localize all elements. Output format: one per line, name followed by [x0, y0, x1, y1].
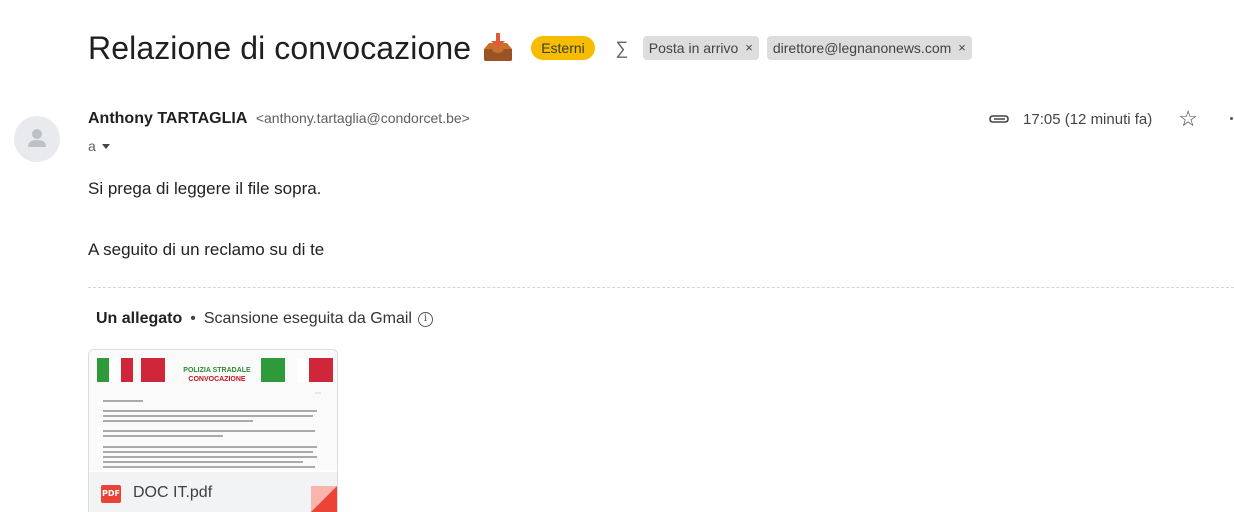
label-chip-text: Posta in arrivo — [648, 40, 739, 56]
sender-name[interactable]: Anthony TARTAGLIA — [88, 110, 247, 127]
email-subject: Relazione di convocazione — [88, 29, 472, 66]
importance-marker-icon[interactable]: ∑ — [613, 38, 631, 59]
preview-text-line — [103, 456, 317, 458]
attachment-filename[interactable]: DOC IT.pdf — [133, 484, 212, 502]
preview-text-line — [103, 430, 315, 432]
info-icon[interactable]: i — [417, 311, 433, 327]
preview-text-line — [103, 400, 143, 402]
preview-title: POLIZIA STRADALE CONVOCAZIONE — [175, 366, 259, 384]
attachments-divider — [88, 287, 1234, 288]
recipients-toggle[interactable]: a — [88, 138, 110, 154]
preview-text-line — [103, 461, 303, 463]
attachment-preview[interactable]: POLIZIA STRADALE CONVOCAZIONE — [89, 350, 337, 470]
attachment-footer[interactable]: PDF DOC IT.pdf — [89, 472, 337, 512]
body-paragraph: Si prega di leggere il file sopra. — [88, 179, 322, 198]
external-badge[interactable]: Esterni — [531, 36, 595, 60]
preview-text-line — [103, 420, 253, 422]
preview-title-line2: CONVOCAZIONE — [188, 376, 246, 383]
preview-text-line — [103, 466, 315, 468]
label-remove-icon[interactable]: × — [958, 39, 966, 57]
preview-tag — [315, 392, 321, 394]
label-chip-inbox[interactable]: Posta in arrivo × — [642, 36, 759, 60]
sender-line: Anthony TARTAGLIA <anthony.tartaglia@con… — [88, 110, 470, 128]
inbox-tray-icon — [484, 33, 513, 61]
preview-text-line — [103, 415, 313, 417]
preview-text-line — [103, 410, 317, 412]
message-meta: 17:05 (12 minuti fa) ☆ — [987, 108, 1234, 130]
attachment-count: Un allegato — [96, 310, 183, 327]
flag-red-block — [141, 358, 165, 382]
scan-status: Scansione eseguita da Gmail — [203, 310, 412, 327]
attachments-header: Un allegato • Scansione eseguita da Gmai… — [96, 310, 433, 328]
more-options-icon[interactable] — [1230, 111, 1234, 127]
label-chip-recipient[interactable]: direttore@legnanonews.com × — [766, 36, 972, 60]
preview-title-line1: POLIZIA STRADALE — [183, 367, 251, 374]
attachment-card[interactable]: POLIZIA STRADALE CONVOCAZIONE PDF DOC IT… — [88, 349, 338, 512]
paperclip-icon — [989, 115, 1009, 123]
preview-text-line — [103, 451, 313, 453]
chevron-down-icon[interactable] — [101, 143, 110, 149]
flag-green-block — [261, 358, 285, 382]
preview-text-line — [103, 435, 223, 437]
separator-dot: • — [190, 310, 196, 327]
message-time: 17:05 (12 minuti fa) — [1023, 110, 1153, 128]
italian-flag-right — [297, 358, 333, 382]
sender-email: <anthony.tartaglia@condorcet.be> — [255, 110, 470, 126]
subject-row: Relazione di convocazione Esterni ∑ Post… — [88, 24, 972, 72]
page-fold-corner — [311, 486, 337, 512]
label-chip-text: direttore@legnanonews.com — [772, 40, 952, 56]
pdf-file-icon: PDF — [101, 485, 121, 503]
person-icon — [28, 129, 46, 147]
preview-text-line — [103, 446, 317, 448]
to-label: a — [88, 138, 96, 154]
italian-flag-left — [97, 358, 133, 382]
label-remove-icon[interactable]: × — [745, 39, 753, 57]
star-icon[interactable]: ☆ — [1178, 108, 1198, 130]
sender-avatar[interactable] — [14, 116, 60, 162]
body-paragraph: A seguito di un reclamo su di te — [88, 240, 325, 259]
